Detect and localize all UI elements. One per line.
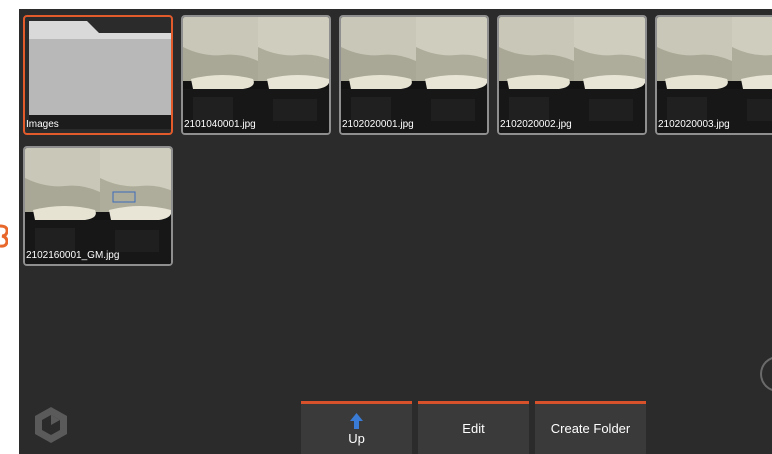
image-tile[interactable]: 2102020002.jpg <box>497 15 647 135</box>
tile-label: 2102020001.jpg <box>342 119 414 130</box>
image-thumbnail <box>183 17 329 133</box>
image-thumbnail <box>25 148 171 264</box>
edit-button-label: Edit <box>462 421 485 436</box>
image-tile[interactable]: 2102160001_GM.jpg <box>23 146 173 266</box>
callout-marker-top <box>0 14 8 44</box>
folder-icon <box>25 17 171 133</box>
tile-label: 2102020003.jpg <box>658 119 730 130</box>
image-thumbnail <box>341 17 487 133</box>
tile-label: 2101040001.jpg <box>184 119 256 130</box>
tile-label: 2102020002.jpg <box>500 119 572 130</box>
folder-tile-images[interactable]: Images <box>23 15 173 135</box>
up-button-label: Up <box>348 431 365 446</box>
image-tile[interactable]: 2102020001.jpg <box>339 15 489 135</box>
brand-logo-icon <box>35 407 67 443</box>
create-folder-button[interactable]: Create Folder <box>535 401 646 454</box>
callout-marker-b <box>0 220 8 250</box>
create-folder-button-label: Create Folder <box>550 421 631 436</box>
app-window: Images 2101040001.jpg 2102020001.jpg 210… <box>0 0 772 454</box>
image-thumbnail <box>657 17 772 133</box>
image-thumbnail <box>499 17 645 133</box>
up-button[interactable]: Up <box>301 401 412 454</box>
edit-button[interactable]: Edit <box>418 401 529 454</box>
image-tile[interactable]: 2101040001.jpg <box>181 15 331 135</box>
image-tile[interactable]: 2102020003.jpg <box>655 15 772 135</box>
side-panel-handle[interactable] <box>760 356 772 392</box>
file-browser-screen: Images 2101040001.jpg 2102020001.jpg 210… <box>19 9 772 454</box>
arrow-up-icon <box>350 413 363 429</box>
tile-label: 2102160001_GM.jpg <box>26 250 120 261</box>
tile-label: Images <box>26 119 59 130</box>
